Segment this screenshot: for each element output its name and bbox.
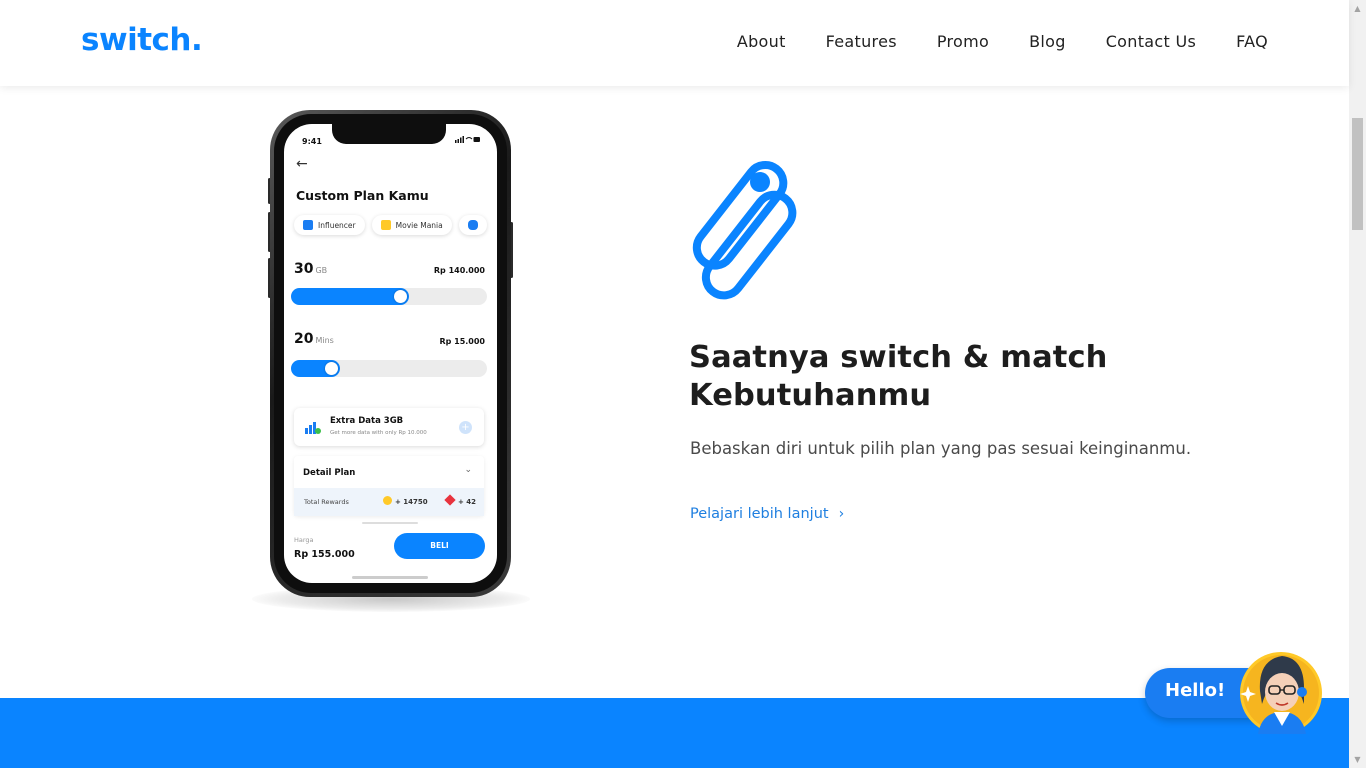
harga-price: Rp 155.000 [294, 549, 355, 560]
extra-data-card[interactable]: Extra Data 3GB Get more data with only R… [294, 408, 484, 446]
chat-avatar-icon[interactable] [1238, 646, 1324, 736]
chip-gaming[interactable] [458, 215, 487, 235]
data-slider-fill [291, 288, 409, 305]
switch-brand-mark [692, 160, 797, 300]
phone-mockup: 9:41 ← Custom Plan Kamu Influencer Movie… [270, 110, 511, 597]
gem-icon [444, 494, 456, 506]
blue-section [0, 698, 1349, 768]
extra-data-subtitle: Get more data with only Rp 10.000 [330, 430, 427, 436]
influencer-icon [303, 220, 313, 230]
page-scrollbar[interactable]: ▲ ▼ [1349, 0, 1366, 768]
nav-faq[interactable]: FAQ [1236, 32, 1268, 51]
hero-headline: Saatnya switch & match Kebutuhanmu [689, 340, 1108, 413]
chip-influencer[interactable]: Influencer [294, 215, 365, 235]
status-icons [455, 136, 481, 145]
data-amount: 30 GB [294, 261, 328, 277]
coin-icon [383, 496, 392, 505]
signal-bars-icon [305, 422, 321, 434]
site-header: switch. About Features Promo Blog Contac… [0, 0, 1349, 86]
mins-price: Rp 15.000 [439, 337, 485, 346]
detail-plan-title: Detail Plan [303, 468, 356, 478]
data-slider[interactable] [291, 288, 487, 305]
hero-subtext: Bebaskan diri untuk pilih plan yang pas … [690, 439, 1192, 458]
gamepad-icon [467, 220, 478, 230]
logo[interactable]: switch. [81, 22, 203, 58]
chevron-right-icon: › [838, 506, 845, 522]
scroll-down-arrow-icon[interactable]: ▼ [1349, 751, 1366, 768]
chip-label: Influencer [318, 220, 356, 230]
extra-data-title: Extra Data 3GB [330, 416, 404, 426]
harga-label: Harga [294, 536, 314, 544]
status-bar-icon [455, 136, 480, 143]
phone-notch [332, 124, 446, 144]
main-nav: About Features Promo Blog Contact Us FAQ [737, 32, 1268, 51]
plan-title: Custom Plan Kamu [296, 188, 429, 203]
nav-promo[interactable]: Promo [937, 32, 989, 51]
nav-blog[interactable]: Blog [1029, 32, 1066, 51]
scroll-up-arrow-icon[interactable]: ▲ [1349, 0, 1366, 17]
reward-gem: + 42 [444, 494, 476, 506]
nav-contact-us[interactable]: Contact Us [1106, 32, 1196, 51]
home-indicator [352, 576, 428, 579]
mins-amount: 20 Mins [294, 331, 334, 347]
buy-button[interactable]: BELI [394, 533, 485, 559]
phone-screen: 9:41 ← Custom Plan Kamu Influencer Movie… [284, 124, 497, 583]
nav-about[interactable]: About [737, 32, 786, 51]
plus-icon[interactable]: + [459, 421, 472, 434]
mins-slider[interactable] [291, 360, 487, 377]
mins-slider-knob[interactable] [325, 362, 338, 375]
data-slider-knob[interactable] [394, 290, 407, 303]
plan-chips: Influencer Movie Mania [294, 215, 487, 235]
scrollbar-thumb[interactable] [1352, 118, 1363, 230]
rewards-row: Total Rewards + 14750 + 42 [294, 488, 484, 516]
status-time: 9:41 [302, 137, 322, 146]
chip-label: Movie Mania [395, 220, 443, 230]
rewards-label: Total Rewards [304, 498, 349, 506]
chat-label: Hello! [1165, 680, 1226, 701]
movie-icon [380, 220, 391, 230]
detail-plan-card[interactable]: Detail Plan ⌄ Total Rewards + 14750 + 42 [294, 456, 484, 516]
data-price: Rp 140.000 [433, 266, 485, 275]
arrow-left-icon[interactable]: ← [296, 156, 308, 172]
chip-movie-mania[interactable]: Movie Mania [371, 215, 452, 235]
divider [362, 522, 418, 524]
nav-features[interactable]: Features [826, 32, 897, 51]
chevron-down-icon[interactable]: ⌄ [464, 465, 472, 475]
learn-more-link[interactable]: Pelajari lebih lanjut › [690, 506, 844, 522]
reward-coin: + 14750 [383, 496, 428, 506]
